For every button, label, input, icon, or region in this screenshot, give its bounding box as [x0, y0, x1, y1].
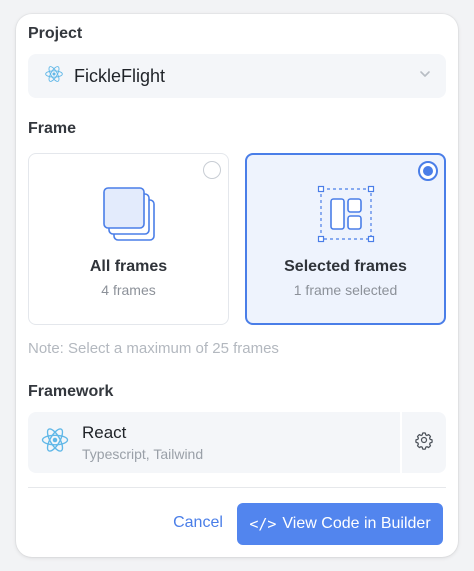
- framework-details: Typescript, Tailwind: [82, 446, 204, 462]
- project-select[interactable]: FickleFlight: [28, 54, 446, 98]
- frame-option-title: Selected frames: [284, 258, 407, 275]
- code-icon: </>: [249, 515, 277, 533]
- react-icon: [40, 425, 82, 460]
- project-label: Project: [28, 25, 83, 42]
- export-code-dialog: Project FickleFlight Frame All frames 4 …: [16, 14, 458, 557]
- frame-label: Frame: [28, 120, 77, 137]
- frame-option-title: All frames: [89, 258, 168, 275]
- radio-selected-frames[interactable]: [418, 161, 438, 181]
- framework-settings-button[interactable]: [402, 412, 446, 473]
- project-name: FickleFlight: [74, 65, 166, 86]
- selected-frame-icon: [315, 183, 377, 250]
- chevron-down-icon: [418, 67, 432, 86]
- gear-icon: [414, 430, 434, 455]
- primary-button-label: View Code in Builder: [282, 515, 431, 532]
- frame-limit-note: Note: Select a maximum of 25 frames: [28, 340, 279, 357]
- view-code-in-builder-button[interactable]: </> View Code in Builder: [237, 503, 443, 545]
- frame-option-all[interactable]: All frames 4 frames: [28, 153, 229, 325]
- react-icon: [44, 64, 74, 89]
- frame-option-subtitle: 1 frame selected: [293, 282, 398, 298]
- framework-selector: React Typescript, Tailwind: [28, 412, 446, 473]
- frame-option-subtitle: 4 frames: [101, 282, 156, 298]
- framework-label: Framework: [28, 383, 114, 400]
- radio-all-frames[interactable]: [203, 161, 221, 179]
- cancel-button[interactable]: Cancel: [162, 502, 234, 544]
- footer-divider: [28, 487, 446, 488]
- stacked-frames-icon: [98, 182, 160, 249]
- frame-option-selected[interactable]: Selected frames 1 frame selected: [245, 153, 446, 325]
- framework-option[interactable]: React Typescript, Tailwind: [28, 412, 400, 473]
- framework-name: React: [82, 423, 127, 442]
